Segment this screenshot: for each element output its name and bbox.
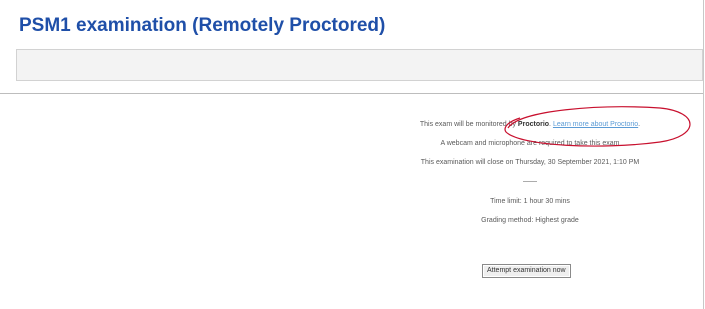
proctoring-notice: This exam will be monitored by Proctorio…: [419, 121, 641, 128]
time-limit-text: Time limit: 1 hour 30 mins: [490, 198, 570, 205]
separator-dash: ——: [523, 178, 537, 185]
closing-date-text: This examination will close on Thursday,…: [420, 159, 640, 166]
divider: [0, 93, 703, 94]
attempt-examination-button[interactable]: Attempt examination now: [482, 264, 571, 278]
proctoring-prefix: This exam will be monitored by: [419, 121, 516, 128]
requirements-text: A webcam and microphone are required to …: [440, 140, 620, 147]
grading-method-text: Grading method: Highest grade: [481, 217, 579, 224]
learn-more-link[interactable]: Learn more about Proctorio: [553, 121, 638, 128]
exam-page: PSM1 examination (Remotely Proctored) Th…: [0, 0, 704, 309]
page-title: PSM1 examination (Remotely Proctored): [19, 15, 386, 36]
proctoring-service-name: Proctorio: [517, 121, 550, 128]
navigation-bar: [16, 49, 703, 81]
